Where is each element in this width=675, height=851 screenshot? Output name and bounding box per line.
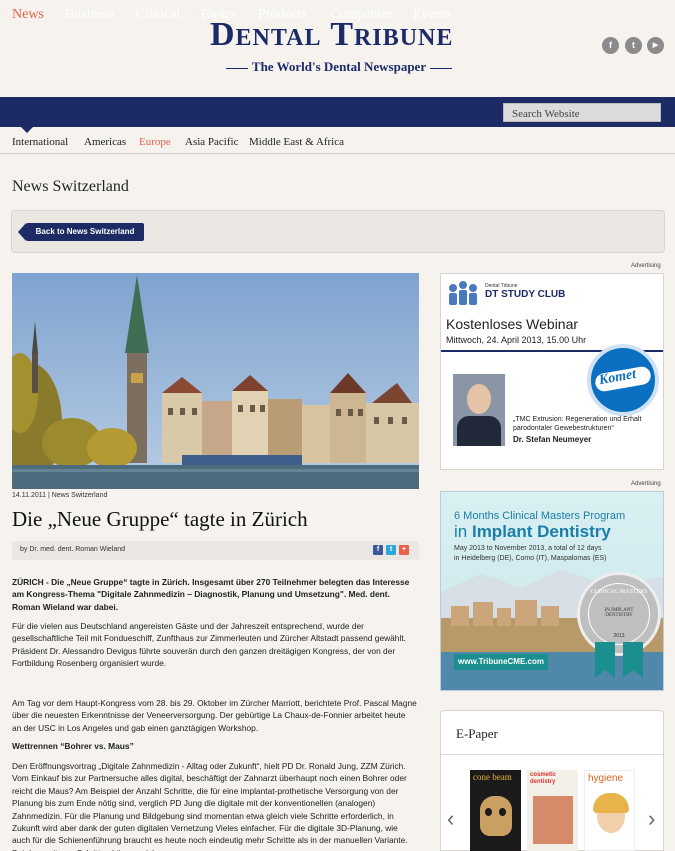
article-meta: 14.11.2011 | News Switzerland xyxy=(12,492,108,499)
nav-item-news[interactable]: News xyxy=(12,7,44,23)
subnav-item-americas[interactable]: Americas xyxy=(84,136,126,148)
speaker-photo xyxy=(453,374,505,446)
article-paragraph: Am Tag vor dem Haupt-Kongress vom 28. bi… xyxy=(12,698,417,733)
ad1-date: Mittwoch, 24. April 2013, 15.00 Uhr xyxy=(446,335,587,345)
article-byline: by Dr. med. dent. Roman Wieland xyxy=(20,546,126,553)
ad1-title: Kostenloses Webinar xyxy=(446,316,579,332)
ad2-line2: in Implant Dentistry xyxy=(454,522,611,541)
ad1-speaker: Dr. Stefan Neumeyer xyxy=(513,435,592,444)
advertising-label: Advertising xyxy=(631,481,661,487)
subnav-item-middle-east-africa[interactable]: Middle East & Africa xyxy=(249,136,344,148)
ad2-dates: May 2013 to November 2013, a total of 12… xyxy=(454,545,602,552)
ad1-brand: DT STUDY CLUB xyxy=(485,289,566,300)
ad-clinical-masters[interactable]: 6 Months Clinical Masters Program in Imp… xyxy=(440,491,664,691)
chevron-left-icon[interactable]: ‹ xyxy=(447,808,454,830)
nav-item-clinical[interactable]: Clinical xyxy=(136,7,180,23)
page-title: News Switzerland xyxy=(12,178,129,195)
site-tagline: The World's Dental Newspaper xyxy=(213,59,465,75)
subnav-item-international[interactable]: International xyxy=(12,136,68,148)
plus-share-icon[interactable]: + xyxy=(399,545,409,555)
divider xyxy=(441,754,663,755)
tribune-cme-link[interactable]: www.TribuneCME.com xyxy=(454,654,548,670)
komet-logo: Komet xyxy=(587,344,659,416)
chevron-right-icon[interactable]: › xyxy=(648,808,655,830)
nav-item-business[interactable]: Business xyxy=(65,7,115,23)
twitter-icon[interactable]: t xyxy=(625,37,642,54)
subnav-item-europe[interactable]: Europe xyxy=(139,136,171,148)
epaper-cover[interactable]: cone beam xyxy=(470,770,521,851)
ad2-places: in Heidelberg (DE), Como (IT), Maspaloma… xyxy=(454,555,607,562)
article-subheading: Wettrennen “Bohrer vs. Maus” xyxy=(12,741,134,751)
nav-item-events[interactable]: Events xyxy=(413,7,451,23)
ad2-line1: 6 Months Clinical Masters Program xyxy=(454,510,626,522)
ad1-topic: „TMC Extrusion: Regeneration und Erhalt … xyxy=(513,416,642,432)
article-paragraph: Für die vielen aus Deutschland angereist… xyxy=(12,621,406,669)
facebook-icon[interactable]: f xyxy=(602,37,619,54)
epaper-cover[interactable]: hygiene xyxy=(584,770,635,851)
seal-ribbon xyxy=(595,642,643,678)
youtube-icon[interactable]: ▶ xyxy=(647,37,664,54)
advertising-label: Advertising xyxy=(631,263,661,269)
nav-item-products[interactable]: Products xyxy=(258,7,307,23)
search-input[interactable] xyxy=(504,105,660,123)
facebook-share-icon[interactable]: f xyxy=(373,545,383,555)
subnav-item-asia-pacific[interactable]: Asia Pacific xyxy=(185,136,238,148)
back-button[interactable]: Back to News Switzerland xyxy=(18,223,144,241)
article-photo xyxy=(12,273,419,489)
article-headline: Die „Neue Gruppe“ tagte in Zürich xyxy=(12,507,308,531)
ad-dt-study-club[interactable]: Dental Tribune DT STUDY CLUB Kostenloses… xyxy=(440,273,664,470)
article-paragraph: Den Eröffnungsvortrag „Digitale Zahnmedi… xyxy=(12,761,408,851)
article-lead: ZÜRICH - Die „Neue Gruppe“ tagte in Züri… xyxy=(12,577,410,612)
nav-item-companies[interactable]: Companies xyxy=(330,7,393,23)
epaper-title: E-Paper xyxy=(456,726,498,741)
search-box[interactable] xyxy=(503,103,661,123)
epaper-cover[interactable]: cosmetic dentistry xyxy=(527,770,578,851)
nav-item-topics[interactable]: Topics xyxy=(199,7,236,23)
twitter-share-icon[interactable]: t xyxy=(386,545,396,555)
